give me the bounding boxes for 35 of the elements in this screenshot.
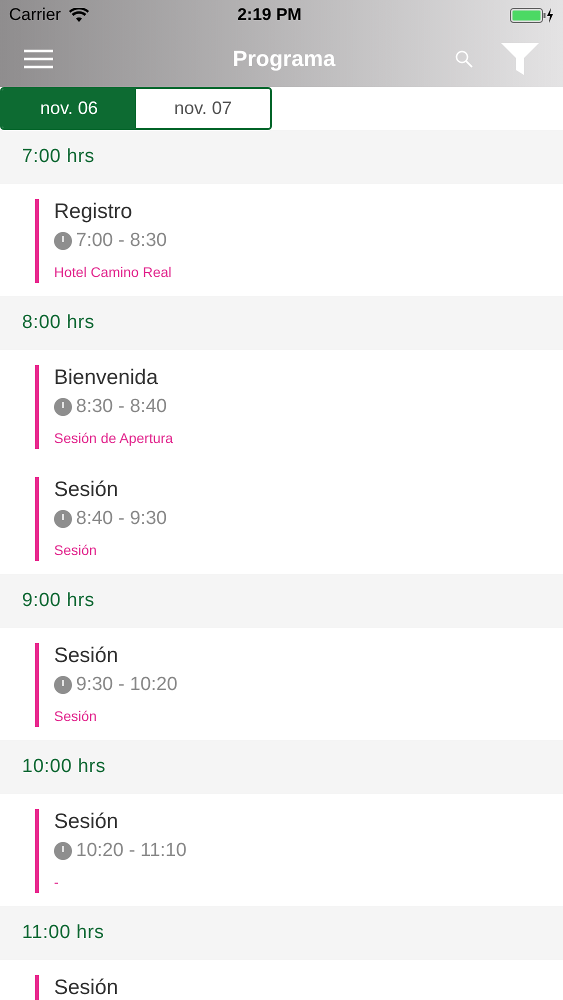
event-location: Sesión de Apertura <box>54 428 174 448</box>
event-location: - <box>54 872 60 892</box>
clock-icon <box>54 842 72 860</box>
section-header: 7:00 hrs <box>0 130 563 184</box>
event-title[interactable]: Sesión <box>54 809 187 835</box>
menu-icon[interactable] <box>24 48 53 68</box>
event-title[interactable]: Sesión <box>54 477 167 503</box>
event-location: Sesión <box>54 706 98 726</box>
section-header: 11:00 hrs <box>0 906 563 960</box>
clock-icon <box>54 510 72 528</box>
battery-icon <box>510 6 554 24</box>
event-title[interactable]: Sesión <box>54 643 178 669</box>
clock-icon <box>54 232 72 250</box>
section-header: 8:00 hrs <box>0 296 563 350</box>
search-icon[interactable] <box>455 50 473 68</box>
filter-icon[interactable] <box>501 42 539 74</box>
event-time: 8:30 - 8:40 <box>76 395 167 419</box>
event-time: 10:20 - 11:10 <box>76 839 187 863</box>
event-title[interactable]: Bienvenida <box>54 365 174 391</box>
wifi-icon <box>68 8 89 22</box>
event-title[interactable]: Sesión <box>54 975 118 1000</box>
event-title[interactable]: Registro <box>54 199 172 225</box>
date-tab[interactable]: nov. 06 <box>2 89 136 128</box>
event-location: Sesión <box>54 540 98 560</box>
event-time: 7:00 - 8:30 <box>76 229 167 253</box>
clock-icon <box>54 676 72 694</box>
clock-icon <box>54 398 72 416</box>
carrier-label: Carrier <box>9 4 61 26</box>
event-location: Hotel Camino Real <box>54 262 172 282</box>
section-header: 10:00 hrs <box>0 740 563 794</box>
event-time: 9:30 - 10:20 <box>76 673 178 697</box>
status-time: 2:19 PM <box>236 4 303 26</box>
section-header: 9:00 hrs <box>0 574 563 628</box>
event-time: 8:40 - 9:30 <box>76 507 167 531</box>
page-title: Programa <box>232 45 336 73</box>
